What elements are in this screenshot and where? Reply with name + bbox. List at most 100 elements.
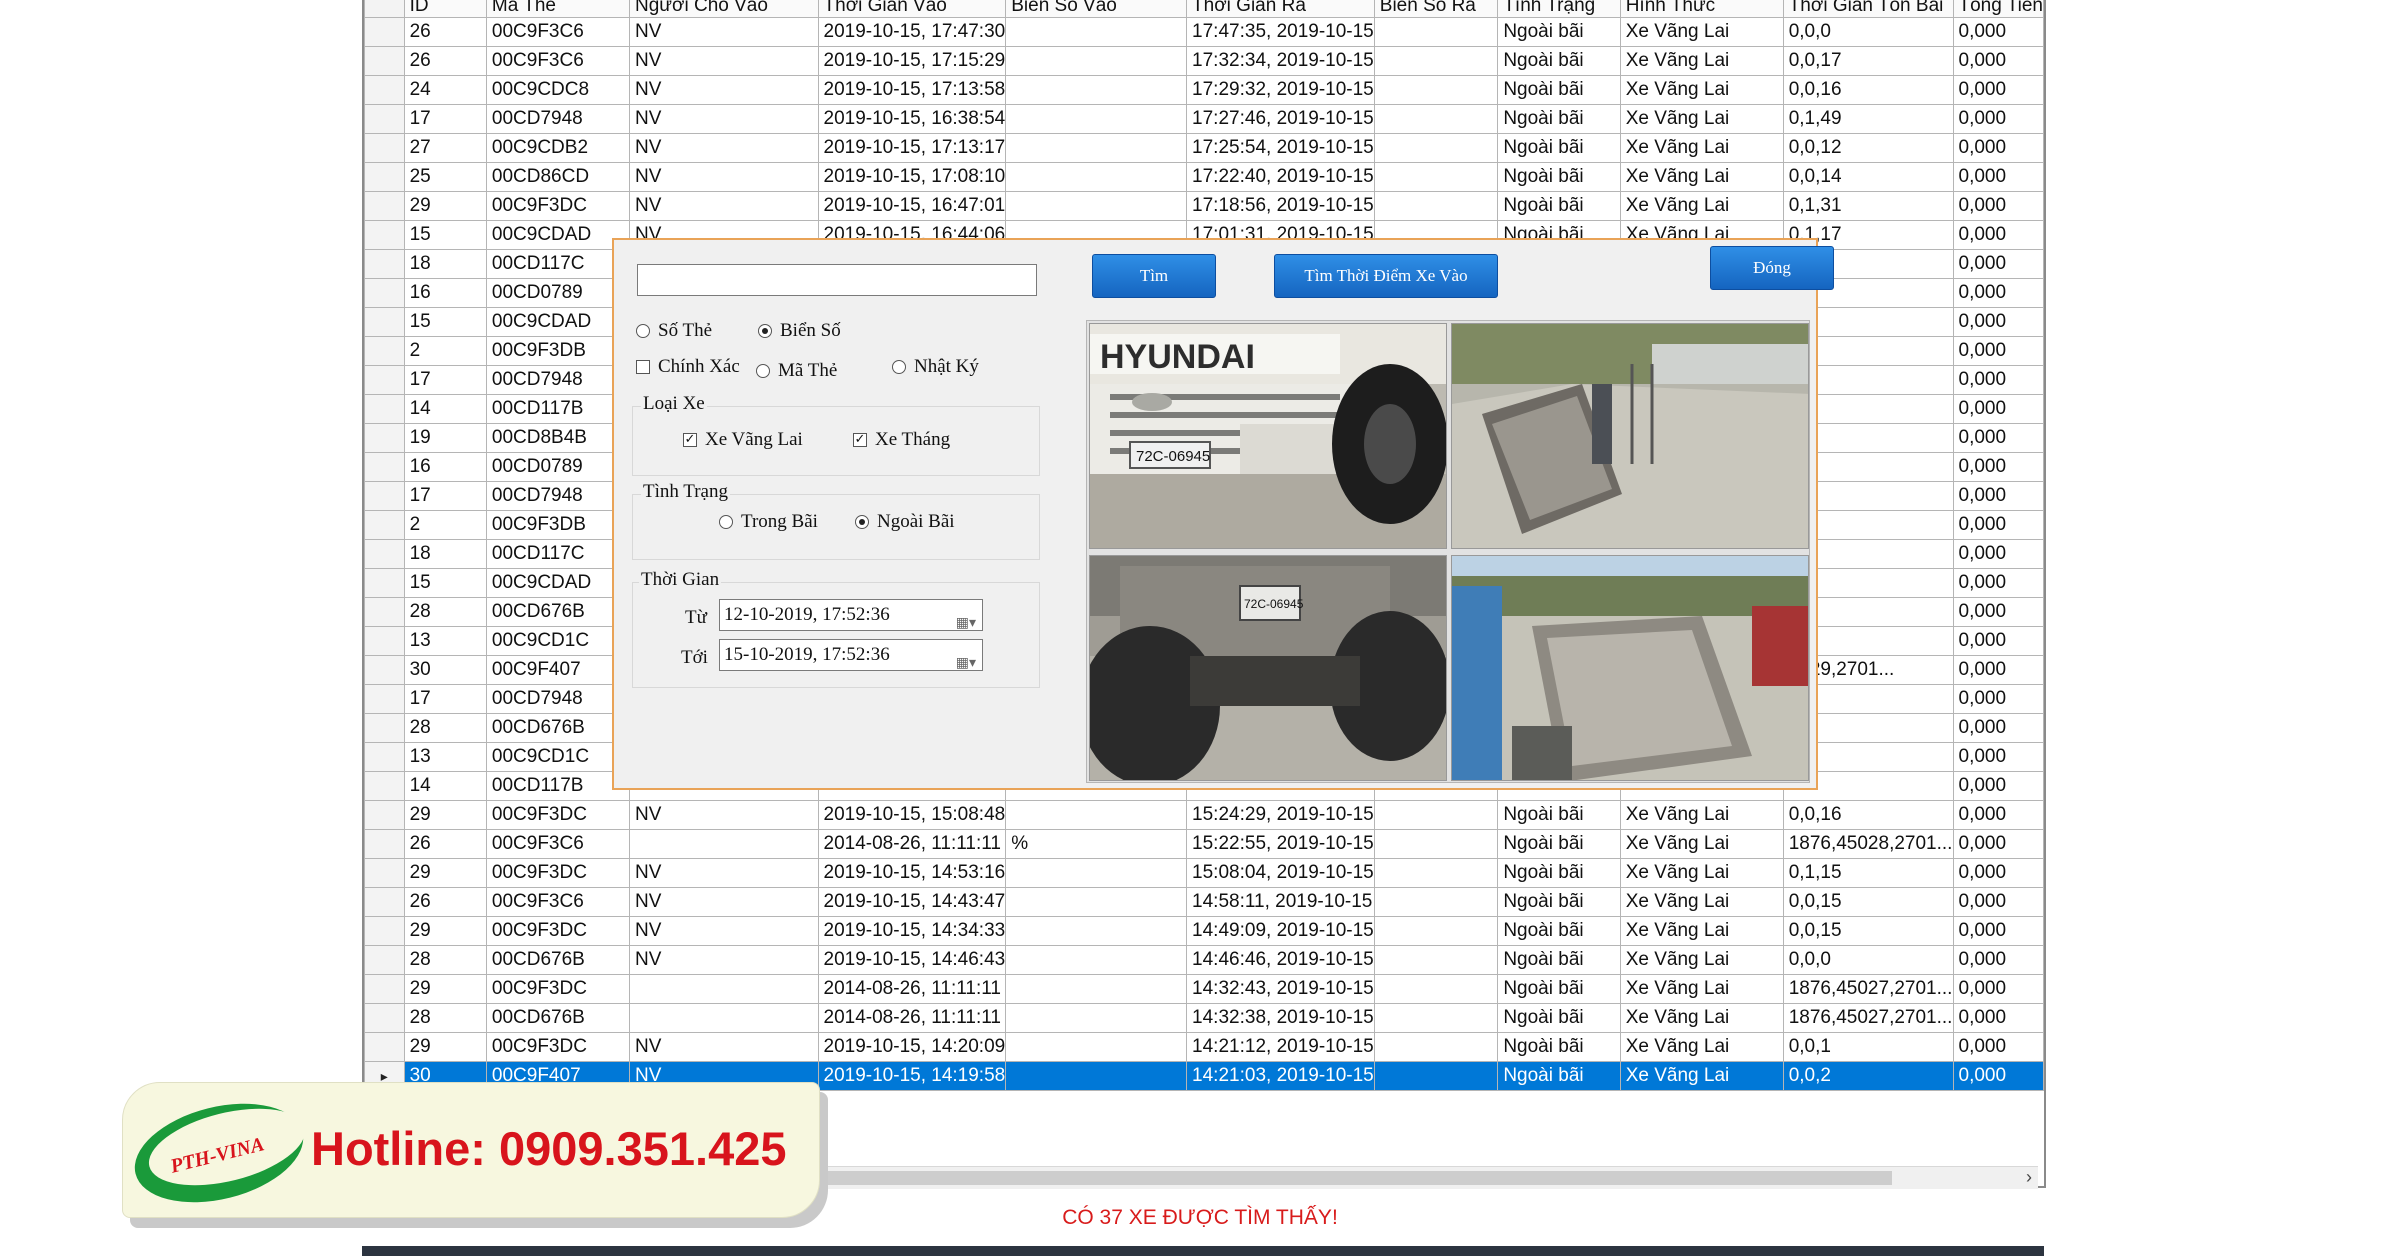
table-cell[interactable] <box>1373 858 1499 888</box>
table-cell[interactable]: NV <box>629 17 819 47</box>
table-cell[interactable]: 00C9F3C6 <box>485 829 631 859</box>
table-cell[interactable] <box>1373 800 1499 830</box>
table-cell[interactable]: 00C9CD1C <box>485 626 631 656</box>
row-header[interactable] <box>364 684 405 714</box>
column-header[interactable]: ID <box>403 0 487 18</box>
table-cell[interactable]: 29 <box>403 1032 487 1062</box>
row-header[interactable] <box>364 655 405 685</box>
table-row[interactable]: 28 00CD676B NV 2019-10-15, 14:46:43 14:46:46… <box>364 945 2044 975</box>
table-cell[interactable]: NV <box>629 191 819 221</box>
table-cell[interactable]: 0,000 <box>1952 249 2044 279</box>
table-cell[interactable]: 2019-10-15, 14:20:09 <box>817 1032 1007 1062</box>
table-cell[interactable]: 2019-10-15, 17:13:58 <box>817 75 1007 105</box>
table-cell[interactable]: 0,000 <box>1952 626 2044 656</box>
row-header[interactable] <box>364 394 405 424</box>
table-cell[interactable]: 00C9CDAD <box>485 307 631 337</box>
table-cell[interactable]: NV <box>629 916 819 946</box>
table-cell[interactable]: Xe Vãng Lai <box>1619 916 1784 946</box>
search-time-button[interactable]: Tìm Thời Điểm Xe Vào <box>1274 254 1498 298</box>
table-cell[interactable]: Ngoài bãi <box>1497 829 1621 859</box>
table-cell[interactable]: NV <box>629 858 819 888</box>
radio-out-lot[interactable]: Ngoài Bãi <box>855 511 955 533</box>
table-cell[interactable]: 1876,45027,2701... <box>1782 1003 1954 1033</box>
table-cell[interactable]: 17 <box>403 481 487 511</box>
table-cell[interactable]: Xe Vãng Lai <box>1619 133 1784 163</box>
table-cell[interactable]: Ngoài bãi <box>1497 916 1621 946</box>
table-cell[interactable]: 0,0,15 <box>1782 916 1954 946</box>
table-cell[interactable]: 29 <box>403 858 487 888</box>
table-cell[interactable]: 16 <box>403 278 487 308</box>
table-cell[interactable]: 0,1,49 <box>1782 104 1954 134</box>
table-cell[interactable] <box>1005 162 1188 192</box>
table-cell[interactable]: 0,000 <box>1952 829 2044 859</box>
table-cell[interactable]: 0,000 <box>1952 684 2044 714</box>
table-cell[interactable]: 27 <box>403 133 487 163</box>
table-cell[interactable] <box>1373 1003 1499 1033</box>
table-cell[interactable]: 2019-10-15, 15:08:48 <box>817 800 1007 830</box>
table-row[interactable]: 25 00CD86CD NV 2019-10-15, 17:08:10 17:22:40… <box>364 162 2044 192</box>
table-cell[interactable] <box>1005 916 1188 946</box>
table-cell[interactable]: 0,000 <box>1952 75 2044 105</box>
table-cell[interactable]: Ngoài bãi <box>1497 162 1621 192</box>
table-cell[interactable]: 00C9F3DC <box>485 1032 631 1062</box>
table-cell[interactable] <box>1373 1032 1499 1062</box>
table-cell[interactable]: 13 <box>403 626 487 656</box>
table-cell[interactable]: 0,0,12 <box>1782 133 1954 163</box>
table-cell[interactable]: 24 <box>403 75 487 105</box>
table-row[interactable]: 29 00C9F3DC NV 2019-10-15, 15:08:48 15:24:29… <box>364 800 2044 830</box>
table-cell[interactable]: 00CD676B <box>485 597 631 627</box>
table-cell[interactable]: 0,000 <box>1952 858 2044 888</box>
table-cell[interactable]: 00C9F3C6 <box>485 17 631 47</box>
row-header[interactable] <box>364 771 405 801</box>
table-cell[interactable]: 0,000 <box>1952 1032 2044 1062</box>
table-cell[interactable]: 00CD0789 <box>485 278 631 308</box>
table-cell[interactable] <box>1373 46 1499 76</box>
table-cell[interactable]: Ngoài bãi <box>1497 46 1621 76</box>
table-cell[interactable]: 0,000 <box>1952 452 2044 482</box>
table-row[interactable]: 24 00C9CDC8 NV 2019-10-15, 17:13:58 17:29:32… <box>364 75 2044 105</box>
table-cell[interactable]: Xe Vãng Lai <box>1619 1032 1784 1062</box>
table-cell[interactable]: 28 <box>403 597 487 627</box>
row-header[interactable] <box>364 568 405 598</box>
table-cell[interactable]: 00CD7948 <box>485 481 631 511</box>
table-cell[interactable]: 00CD117B <box>485 771 631 801</box>
table-cell[interactable]: 15:22:55, 2019-10-15 <box>1186 829 1375 859</box>
table-cell[interactable]: Xe Vãng Lai <box>1619 974 1784 1004</box>
row-header[interactable] <box>364 916 405 946</box>
table-cell[interactable]: 0,000 <box>1952 278 2044 308</box>
row-header[interactable] <box>364 887 405 917</box>
table-cell[interactable]: 0,000 <box>1952 394 2044 424</box>
column-header[interactable]: Biển Số Ra <box>1373 0 1499 18</box>
table-cell[interactable]: Xe Vãng Lai <box>1619 1061 1784 1091</box>
table-cell[interactable]: 18 <box>403 539 487 569</box>
table-cell[interactable]: Xe Vãng Lai <box>1619 75 1784 105</box>
table-cell[interactable]: 0,000 <box>1952 713 2044 743</box>
table-cell[interactable]: 26 <box>403 829 487 859</box>
table-cell[interactable] <box>1373 945 1499 975</box>
table-cell[interactable]: 17:22:40, 2019-10-15 <box>1186 162 1375 192</box>
table-cell[interactable]: 0,000 <box>1952 46 2044 76</box>
to-date-picker[interactable]: 15-10-2019, 17:52:36 ▦▾ <box>719 639 983 671</box>
table-cell[interactable]: 00CD0789 <box>485 452 631 482</box>
table-cell[interactable] <box>1373 104 1499 134</box>
table-cell[interactable]: 14 <box>403 771 487 801</box>
table-cell[interactable] <box>1005 974 1188 1004</box>
table-cell[interactable]: Xe Vãng Lai <box>1619 829 1784 859</box>
table-cell[interactable]: 14:21:12, 2019-10-15 <box>1186 1032 1375 1062</box>
row-header[interactable] <box>364 829 405 859</box>
table-cell[interactable]: Xe Vãng Lai <box>1619 104 1784 134</box>
table-cell[interactable]: 14:21:03, 2019-10-15 <box>1186 1061 1375 1091</box>
row-header[interactable] <box>364 278 405 308</box>
table-cell[interactable]: 00CD117B <box>485 394 631 424</box>
row-header[interactable] <box>364 858 405 888</box>
table-cell[interactable]: 17 <box>403 684 487 714</box>
calendar-dropdown-icon[interactable]: ▦▾ <box>956 648 976 678</box>
row-header[interactable] <box>364 17 405 47</box>
table-cell[interactable]: 00C9CDAD <box>485 220 631 250</box>
table-row[interactable]: 29 00C9F3DC 2014-08-26, 11:11:11 14:32:43, … <box>364 974 2044 1004</box>
table-cell[interactable]: 2019-10-15, 16:38:54 <box>817 104 1007 134</box>
table-cell[interactable] <box>1005 800 1188 830</box>
table-cell[interactable]: 0,000 <box>1952 104 2044 134</box>
row-header[interactable] <box>364 1003 405 1033</box>
table-cell[interactable]: 15 <box>403 220 487 250</box>
